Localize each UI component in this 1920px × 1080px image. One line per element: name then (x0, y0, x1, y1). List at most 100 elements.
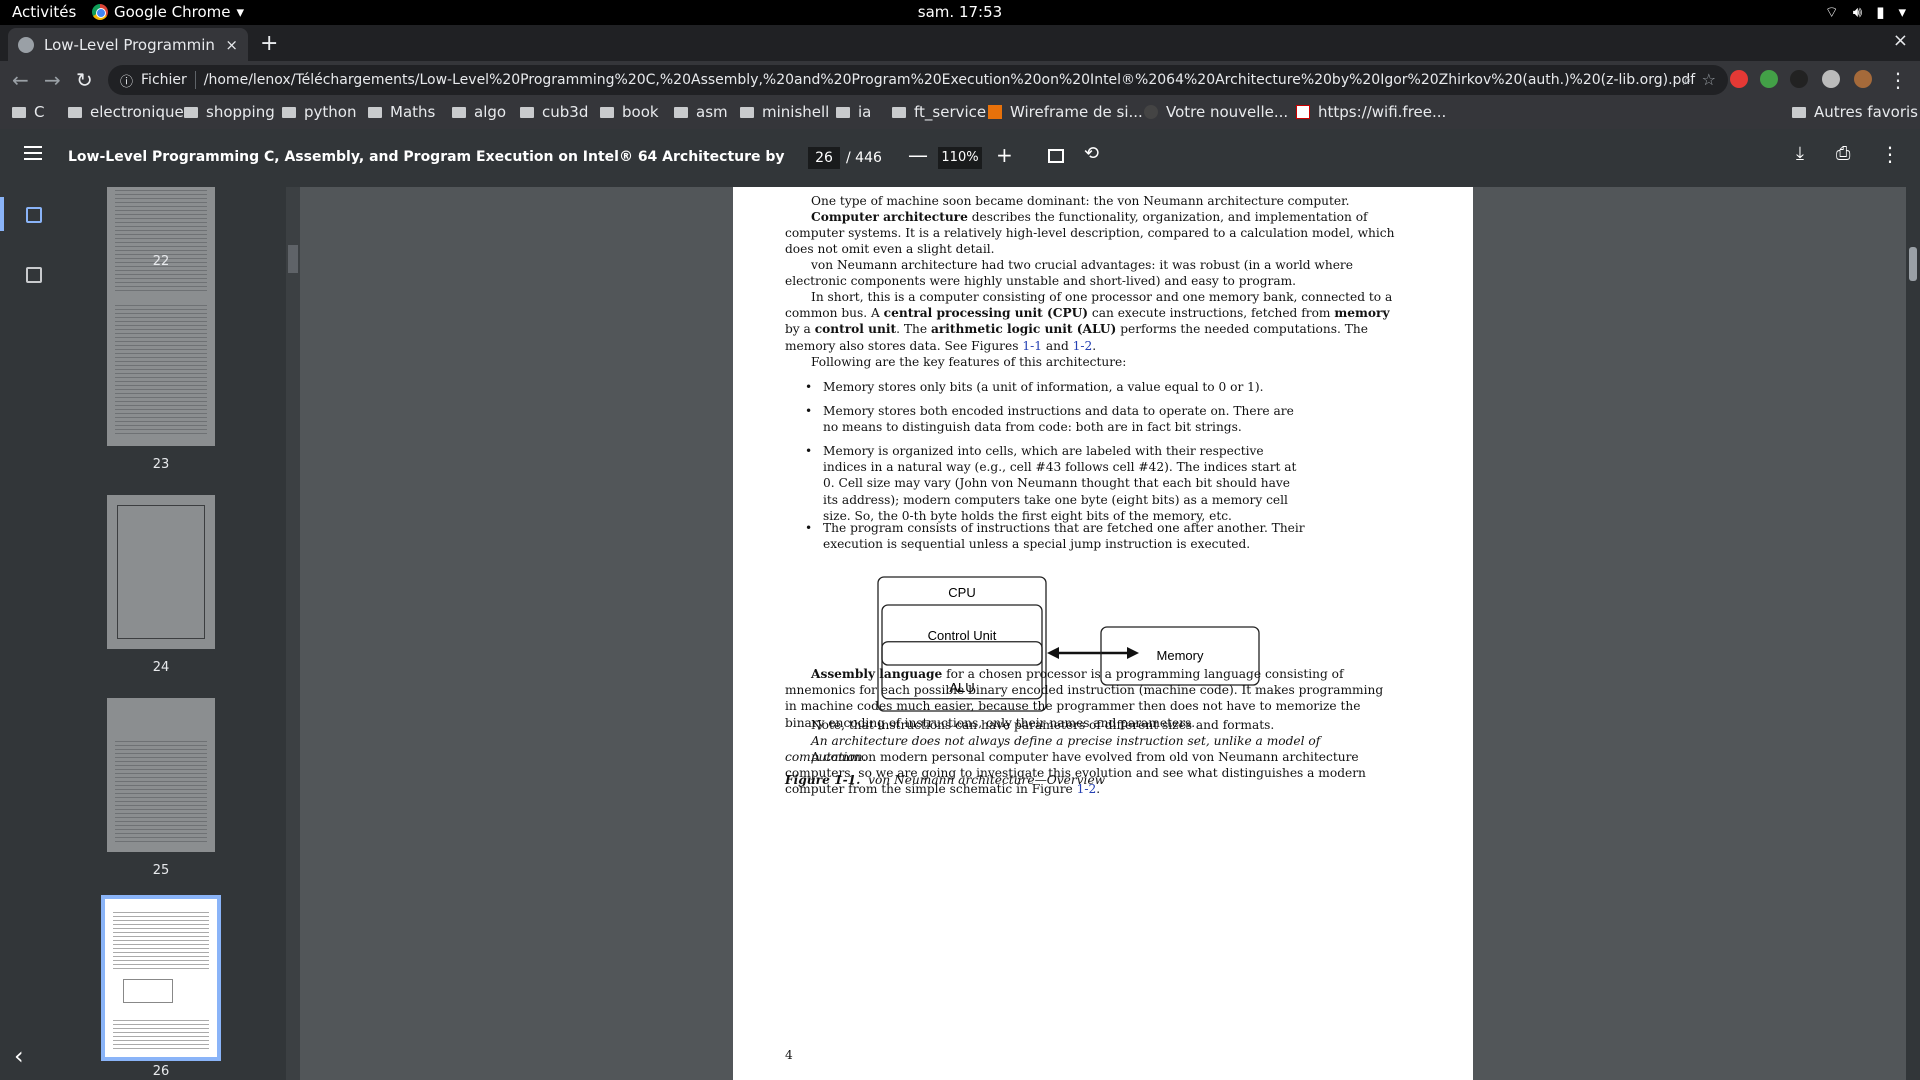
wifi-icon: ⌔ (1824, 3, 1839, 21)
bookmark-label: minishell (762, 103, 830, 121)
selection-indicator (0, 197, 4, 231)
bookmark-label: ft_service (914, 103, 987, 121)
pdf-sidebar-tabs (0, 187, 69, 1080)
folder-icon (1792, 106, 1806, 118)
thumbnail-scrollbar-thumb[interactable] (288, 245, 298, 273)
bookmark-folder[interactable]: asm (674, 103, 728, 121)
info-icon[interactable]: ⓘ (120, 71, 133, 90)
thumbnail-page[interactable] (107, 292, 215, 446)
reload-icon[interactable]: ↻ (76, 68, 93, 92)
bookmark-label: Wireframe de si... (1010, 103, 1143, 121)
avatar[interactable] (1854, 70, 1872, 88)
page-scrollbar[interactable] (1906, 187, 1920, 1080)
figure-link[interactable]: 1-1 (1022, 339, 1042, 353)
zoom-icon[interactable]: ⌕ (1683, 70, 1692, 90)
outline-icon[interactable] (26, 267, 42, 283)
bookmark-folder[interactable]: python (282, 103, 356, 121)
bookmark-other-folder[interactable]: Autres favoris (1792, 103, 1918, 121)
browser-toolbar: ← → ↻ ⓘ Fichier /home/lenox/Téléchargeme… (0, 61, 1920, 99)
bookmark-folder[interactable]: algo (452, 103, 506, 121)
paragraph: Following are the key features of this a… (811, 355, 1127, 369)
bookmark-label: ia (858, 103, 872, 121)
system-tray[interactable]: ⌔ 🔊︎ ▮ ▾ (1825, 3, 1906, 22)
bookmark-folder[interactable]: cub3d (520, 103, 588, 121)
paragraph: In short, this is a computer consisting … (785, 289, 1395, 354)
address-bar[interactable]: ⓘ Fichier /home/lenox/Téléchargements/Lo… (108, 65, 1728, 95)
bookmark-folder[interactable]: electronique (68, 103, 184, 121)
more-icon[interactable]: ⋮ (1880, 142, 1900, 166)
folder-icon (184, 106, 198, 118)
figure-link[interactable]: 1-2 (1073, 339, 1093, 353)
bookmark-wifi[interactable]: https://wifi.free... (1296, 103, 1446, 121)
bookmarks-bar: C electronique shopping python Maths alg… (0, 99, 1920, 129)
thumbnail-lines (113, 909, 209, 969)
bookmark-label: Autres favoris (1814, 103, 1918, 121)
bookmark-folder[interactable]: book (600, 103, 659, 121)
extension-icon[interactable] (1760, 70, 1778, 88)
tab-strip: Low-Level Programming C × + × (0, 25, 1920, 61)
adblock-icon[interactable] (1730, 70, 1748, 88)
bookmark-label: Votre nouvelle... (1166, 103, 1289, 121)
forward-icon[interactable]: → (44, 68, 61, 92)
cpu-label: CPU (948, 585, 975, 600)
extension-icon[interactable] (1790, 70, 1808, 88)
pdf-page: One type of machine soon became dominant… (733, 187, 1473, 1080)
bookmark-folder[interactable]: ft_service (892, 103, 986, 121)
collapse-sidebar-button[interactable]: ‹ (0, 1042, 69, 1080)
figure-link[interactable]: 1-2 (1077, 782, 1097, 796)
back-icon[interactable]: ← (12, 68, 29, 92)
zoom-input[interactable]: 110% (938, 147, 982, 169)
clock[interactable]: sam. 17:53 (0, 3, 1920, 21)
print-icon[interactable]: ⎙ (1836, 143, 1850, 164)
page-input[interactable]: 26 (808, 147, 840, 169)
volume-icon: 🔊︎ (1852, 3, 1863, 21)
bold-term: control unit (814, 322, 897, 337)
pdf-title: Low-Level Programming C, Assembly, and P… (68, 149, 788, 165)
paragraph-text: by a (785, 322, 815, 337)
bookmark-label: cub3d (542, 103, 589, 121)
tab-close-icon[interactable]: × (225, 36, 238, 54)
folder-icon (452, 106, 466, 118)
thumbnail-lines (115, 302, 207, 436)
rotate-icon[interactable]: ⟲ (1084, 143, 1099, 164)
chevron-down-icon: ▾ (1898, 3, 1906, 21)
menu-icon[interactable]: ⋮ (1888, 68, 1908, 92)
bookmark-folder[interactable]: ia (836, 103, 871, 121)
bookmark-label: electronique (90, 103, 184, 121)
arrow-head-icon (1127, 647, 1139, 659)
thumbnail-lines (115, 738, 207, 842)
folder-icon (520, 106, 534, 118)
bookmark-folder[interactable]: minishell (740, 103, 829, 121)
puzzle-icon[interactable] (1822, 70, 1840, 88)
paragraph: A common modern personal computer have e… (785, 749, 1395, 798)
bookmark-wireframe[interactable]: Wireframe de si... (988, 103, 1143, 121)
folder-icon (12, 106, 26, 118)
page-total: / 446 (846, 150, 882, 166)
bold-term: Assembly language (811, 667, 943, 681)
bullet-item: Memory stores both encoded instructions … (805, 403, 1305, 435)
page-scrollbar-thumb[interactable] (1909, 247, 1917, 281)
bookmark-votre[interactable]: Votre nouvelle... (1144, 103, 1288, 121)
thumbnails-icon[interactable] (26, 207, 42, 223)
download-icon[interactable]: ⤓ (1796, 143, 1804, 164)
thumbnail-page[interactable] (107, 698, 215, 852)
paragraph-text: . The (896, 322, 931, 337)
new-tab-button[interactable]: + (260, 31, 278, 56)
thumbnail-page-current[interactable] (101, 895, 221, 1061)
bold-term: memory (1334, 306, 1390, 321)
zoom-in-button[interactable]: + (996, 143, 1013, 167)
bookmark-folder[interactable]: shopping (184, 103, 275, 121)
bookmark-label: asm (696, 103, 728, 121)
zoom-out-button[interactable]: — (908, 143, 928, 167)
divider (194, 71, 196, 89)
bookmark-folder[interactable]: Maths (368, 103, 435, 121)
thumbnail-page[interactable] (107, 495, 215, 649)
thumbnail-scrollbar[interactable] (286, 187, 300, 1080)
bookmark-folder[interactable]: C (12, 103, 44, 121)
tab-active[interactable]: Low-Level Programming C × (8, 28, 248, 61)
bookmark-star-icon[interactable]: ☆ (1702, 70, 1716, 89)
window-close-button[interactable]: × (1893, 30, 1908, 51)
menu-icon[interactable] (24, 146, 42, 160)
fit-page-icon[interactable] (1048, 149, 1064, 163)
scheme-label: Fichier (141, 72, 187, 88)
